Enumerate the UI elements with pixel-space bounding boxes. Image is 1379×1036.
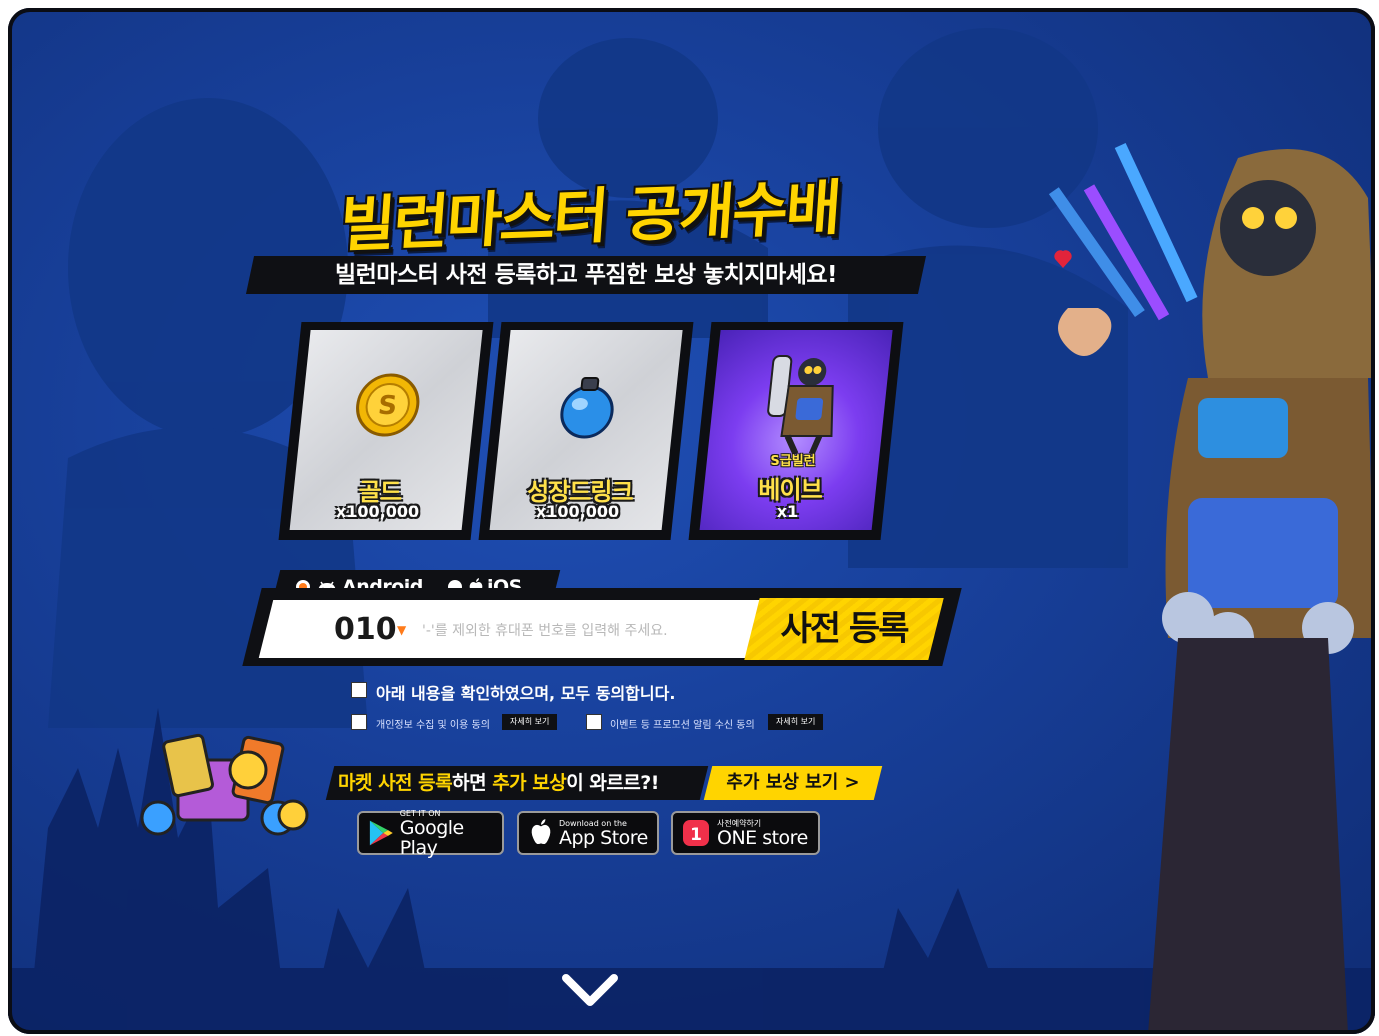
google-play-badge[interactable]: GET IT ON Google Play	[357, 809, 504, 858]
villain-character-illustration	[1048, 142, 1375, 1034]
agree-privacy-checkbox[interactable]	[351, 714, 367, 730]
app-store-big: App Store	[559, 826, 648, 849]
svg-text:1: 1	[690, 825, 702, 845]
reward-drink-qty: x100,000	[535, 502, 620, 521]
one-store-badge[interactable]: 1 사전예약하기 ONE store	[671, 811, 820, 855]
app-store-badge[interactable]: Download on the App Store	[517, 811, 659, 855]
reward-card-drink-panel: 성장드링크 x100,000	[489, 330, 683, 530]
reward-gold-qty: x100,000	[335, 502, 420, 521]
market-promo-text: 마켓 사전 등록하면 추가 보상이 와르르?!	[338, 766, 659, 800]
villain-character-icon	[767, 355, 834, 454]
agree-all-label: 아래 내용을 확인하였으며, 모두 동의합니다.	[376, 684, 676, 703]
one-store-big: ONE store	[717, 826, 808, 849]
event-title: 빌런마스터 공개수배	[280, 168, 900, 260]
reward-villain-qty: x1	[776, 502, 799, 521]
reward-card-villain-panel: S급빌런 베이브 x1	[699, 330, 893, 530]
phone-prefix-select[interactable]: 010	[334, 610, 397, 650]
loot-bundle-illustration	[140, 733, 309, 836]
reward-card-villain: S급빌런 베이브 x1	[688, 322, 904, 540]
agree-privacy-label: 개인정보 수집 및 이용 동의	[376, 720, 490, 731]
agree-all-checkbox[interactable]	[351, 682, 367, 698]
google-play-icon	[369, 820, 393, 846]
apple-icon	[531, 819, 551, 845]
event-detail-button[interactable]: 자세히 보기	[768, 714, 824, 730]
google-play-big: Google Play	[399, 816, 465, 859]
scroll-down-chevron-icon[interactable]	[560, 968, 620, 1012]
market-text-part-2: 하면	[452, 772, 493, 794]
gold-coin-icon: S	[356, 373, 420, 437]
phone-number-input[interactable]	[420, 612, 754, 650]
app-store-text: Download on the App Store	[559, 819, 648, 848]
privacy-detail-button[interactable]: 자세히 보기	[502, 714, 558, 730]
reward-card-gold: S 골드 x100,000	[278, 322, 494, 540]
google-play-text: GET IT ON Google Play	[400, 809, 502, 858]
market-text-highlight-1: 마켓 사전 등록	[338, 772, 453, 794]
event-subtitle: 빌런마스터 사전 등록하고 푸짐한 보상 놓치지마세요!	[334, 262, 838, 288]
reward-card-drink: 성장드링크 x100,000	[478, 322, 694, 540]
chevron-down-icon[interactable]: ▼	[397, 610, 406, 650]
svg-text:S: S	[377, 391, 399, 421]
reward-villain-tag: S급빌런	[770, 454, 816, 469]
agree-event-checkbox[interactable]	[586, 714, 602, 730]
market-text-highlight-2: 추가 보상	[492, 772, 567, 794]
reward-villain-label: 베이브	[758, 476, 822, 504]
reward-card-gold-panel: S 골드 x100,000	[289, 330, 483, 530]
market-text-part-4: 이 와르르?!	[566, 772, 659, 794]
pre-register-button[interactable]	[744, 598, 944, 660]
agree-event-label: 이벤트 등 프로모션 알림 수신 동의	[610, 720, 755, 731]
more-rewards-button[interactable]	[703, 766, 883, 800]
one-store-text: 사전예약하기 ONE store	[717, 819, 808, 848]
onestore-icon: 1	[683, 820, 709, 846]
growth-drink-icon	[560, 377, 614, 439]
